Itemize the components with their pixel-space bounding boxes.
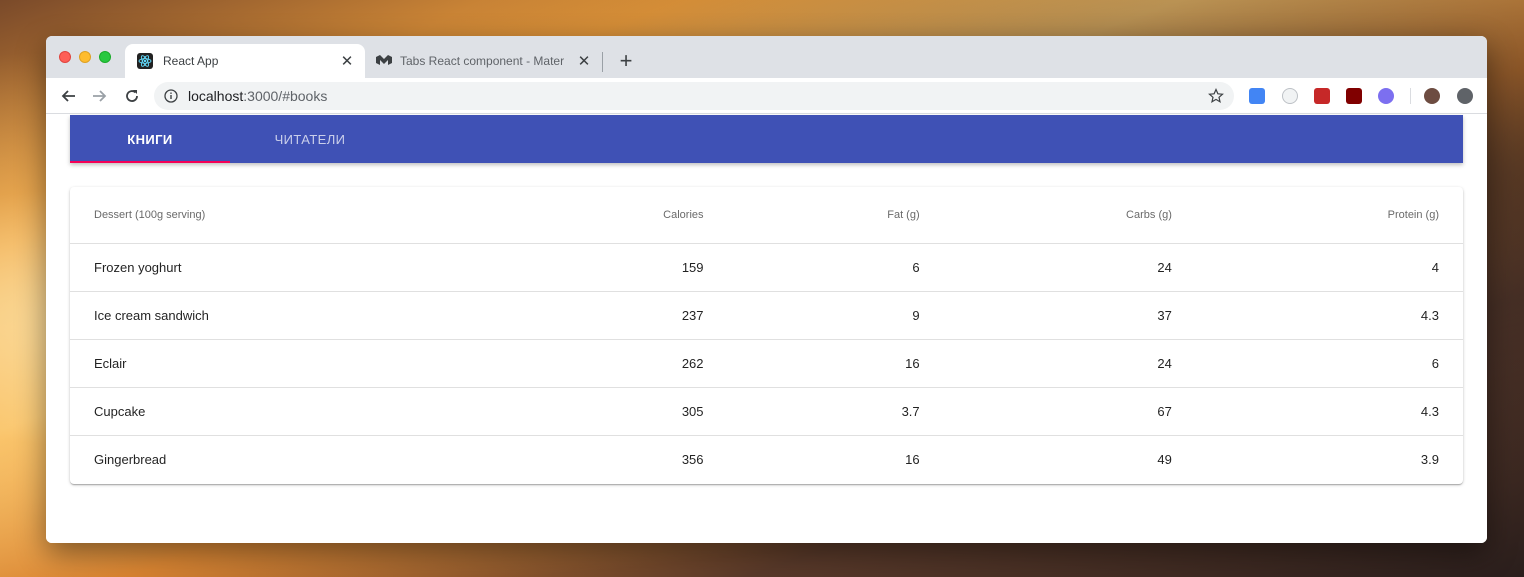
extension-icon[interactable]: [1282, 88, 1298, 104]
tab-title: React App: [163, 54, 219, 68]
tab-close-icon[interactable]: ✕: [574, 52, 594, 70]
cell-protein: 6: [1195, 339, 1463, 388]
table-row: Gingerbread 356 16 49 3.9: [70, 435, 1463, 483]
new-tab-button[interactable]: +: [616, 48, 636, 74]
cell-carbs: 24: [943, 339, 1196, 388]
column-header-fat: Fat (g): [727, 187, 944, 244]
cell-protein: 3.9: [1420, 451, 1439, 467]
cell-dessert: Frozen yoghurt: [70, 243, 490, 292]
table-header-row: Dessert (100g serving) Calories Fat (g) …: [70, 187, 1463, 244]
reload-icon[interactable]: [122, 86, 142, 106]
browser-titlebar: React App ✕ Tabs React component - Mater…: [46, 36, 1487, 78]
react-devtools-extension-icon[interactable]: [1378, 88, 1394, 104]
dessert-table: Dessert (100g serving) Calories Fat (g) …: [70, 187, 1463, 483]
browser-tab-react-app[interactable]: React App ✕: [125, 44, 365, 78]
url-host: localhost: [188, 88, 244, 104]
info-icon[interactable]: [164, 89, 178, 103]
window-close-button[interactable]: [59, 51, 71, 63]
cell-calories: 356: [681, 451, 704, 467]
forward-arrow-icon[interactable]: [90, 86, 110, 106]
extension-icon[interactable]: [1314, 88, 1330, 104]
url-path: :3000/#books: [243, 88, 328, 104]
table-row: Frozen yoghurt 159 6 24 4: [70, 243, 1463, 292]
cell-fat: 3.7: [727, 387, 944, 436]
cell-protein: 4.3: [1195, 291, 1463, 340]
cell-dessert: Cupcake: [70, 387, 490, 436]
cell-dessert: Eclair: [70, 339, 490, 388]
cell-fat: 16: [905, 451, 920, 467]
column-header-protein: Protein (g): [1195, 187, 1463, 244]
cell-carbs: 67: [943, 387, 1196, 436]
cell-protein: 4: [1195, 243, 1463, 292]
cell-calories: 237: [490, 291, 728, 340]
app-tabs-bar: КНИГИ ЧИТАТЕЛИ: [70, 115, 1463, 163]
google-translate-extension-icon[interactable]: [1249, 88, 1265, 104]
tab-separator: [602, 52, 603, 72]
cell-calories: 305: [490, 387, 728, 436]
page-content: КНИГИ ЧИТАТЕЛИ Dessert (100g serving) Ca…: [46, 115, 1487, 543]
column-header-calories: Calories: [490, 187, 728, 244]
cell-fat: 6: [727, 243, 944, 292]
avatar[interactable]: [1424, 88, 1440, 104]
tab-readers[interactable]: ЧИТАТЕЛИ: [230, 115, 390, 163]
tab-books[interactable]: КНИГИ: [70, 115, 230, 163]
cell-dessert: Gingerbread: [94, 451, 167, 467]
cell-calories: 262: [490, 339, 728, 388]
cell-calories: 159: [490, 243, 728, 292]
back-arrow-icon[interactable]: [58, 86, 78, 106]
tab-indicator: [70, 161, 230, 163]
address-bar[interactable]: localhost:3000/#books: [154, 82, 1234, 110]
window-maximize-button[interactable]: [99, 51, 111, 63]
react-icon: [137, 53, 153, 69]
window-minimize-button[interactable]: [79, 51, 91, 63]
browser-toolbar: localhost:3000/#books: [46, 78, 1487, 114]
update-icon[interactable]: [1457, 88, 1473, 104]
ublock-extension-icon[interactable]: [1346, 88, 1362, 104]
table-row: Eclair 262 16 24 6: [70, 339, 1463, 388]
browser-window: React App ✕ Tabs React component - Mater…: [46, 36, 1487, 543]
column-header-carbs: Carbs (g): [943, 187, 1196, 244]
bookmark-star-icon[interactable]: [1208, 88, 1224, 104]
browser-tab-mui-docs[interactable]: Tabs React component - Mater ✕: [370, 44, 602, 78]
material-ui-icon: [376, 53, 392, 69]
tab-title: Tabs React component - Mater: [400, 54, 565, 68]
cell-carbs: 24: [943, 243, 1196, 292]
tab-close-icon[interactable]: ✕: [337, 52, 357, 70]
cell-dessert: Ice cream sandwich: [70, 291, 490, 340]
cell-carbs: 49: [1157, 451, 1172, 467]
toolbar-separator: [1410, 88, 1411, 104]
table-row: Ice cream sandwich 237 9 37 4.3: [70, 291, 1463, 340]
cell-fat: 16: [727, 339, 944, 388]
column-header-dessert: Dessert (100g serving): [70, 187, 490, 244]
cell-carbs: 37: [943, 291, 1196, 340]
table-row: Cupcake 305 3.7 67 4.3: [70, 387, 1463, 436]
url-text: localhost:3000/#books: [188, 88, 327, 104]
cell-fat: 9: [727, 291, 944, 340]
cell-protein: 4.3: [1195, 387, 1463, 436]
dessert-table-card: Dessert (100g serving) Calories Fat (g) …: [70, 187, 1463, 484]
